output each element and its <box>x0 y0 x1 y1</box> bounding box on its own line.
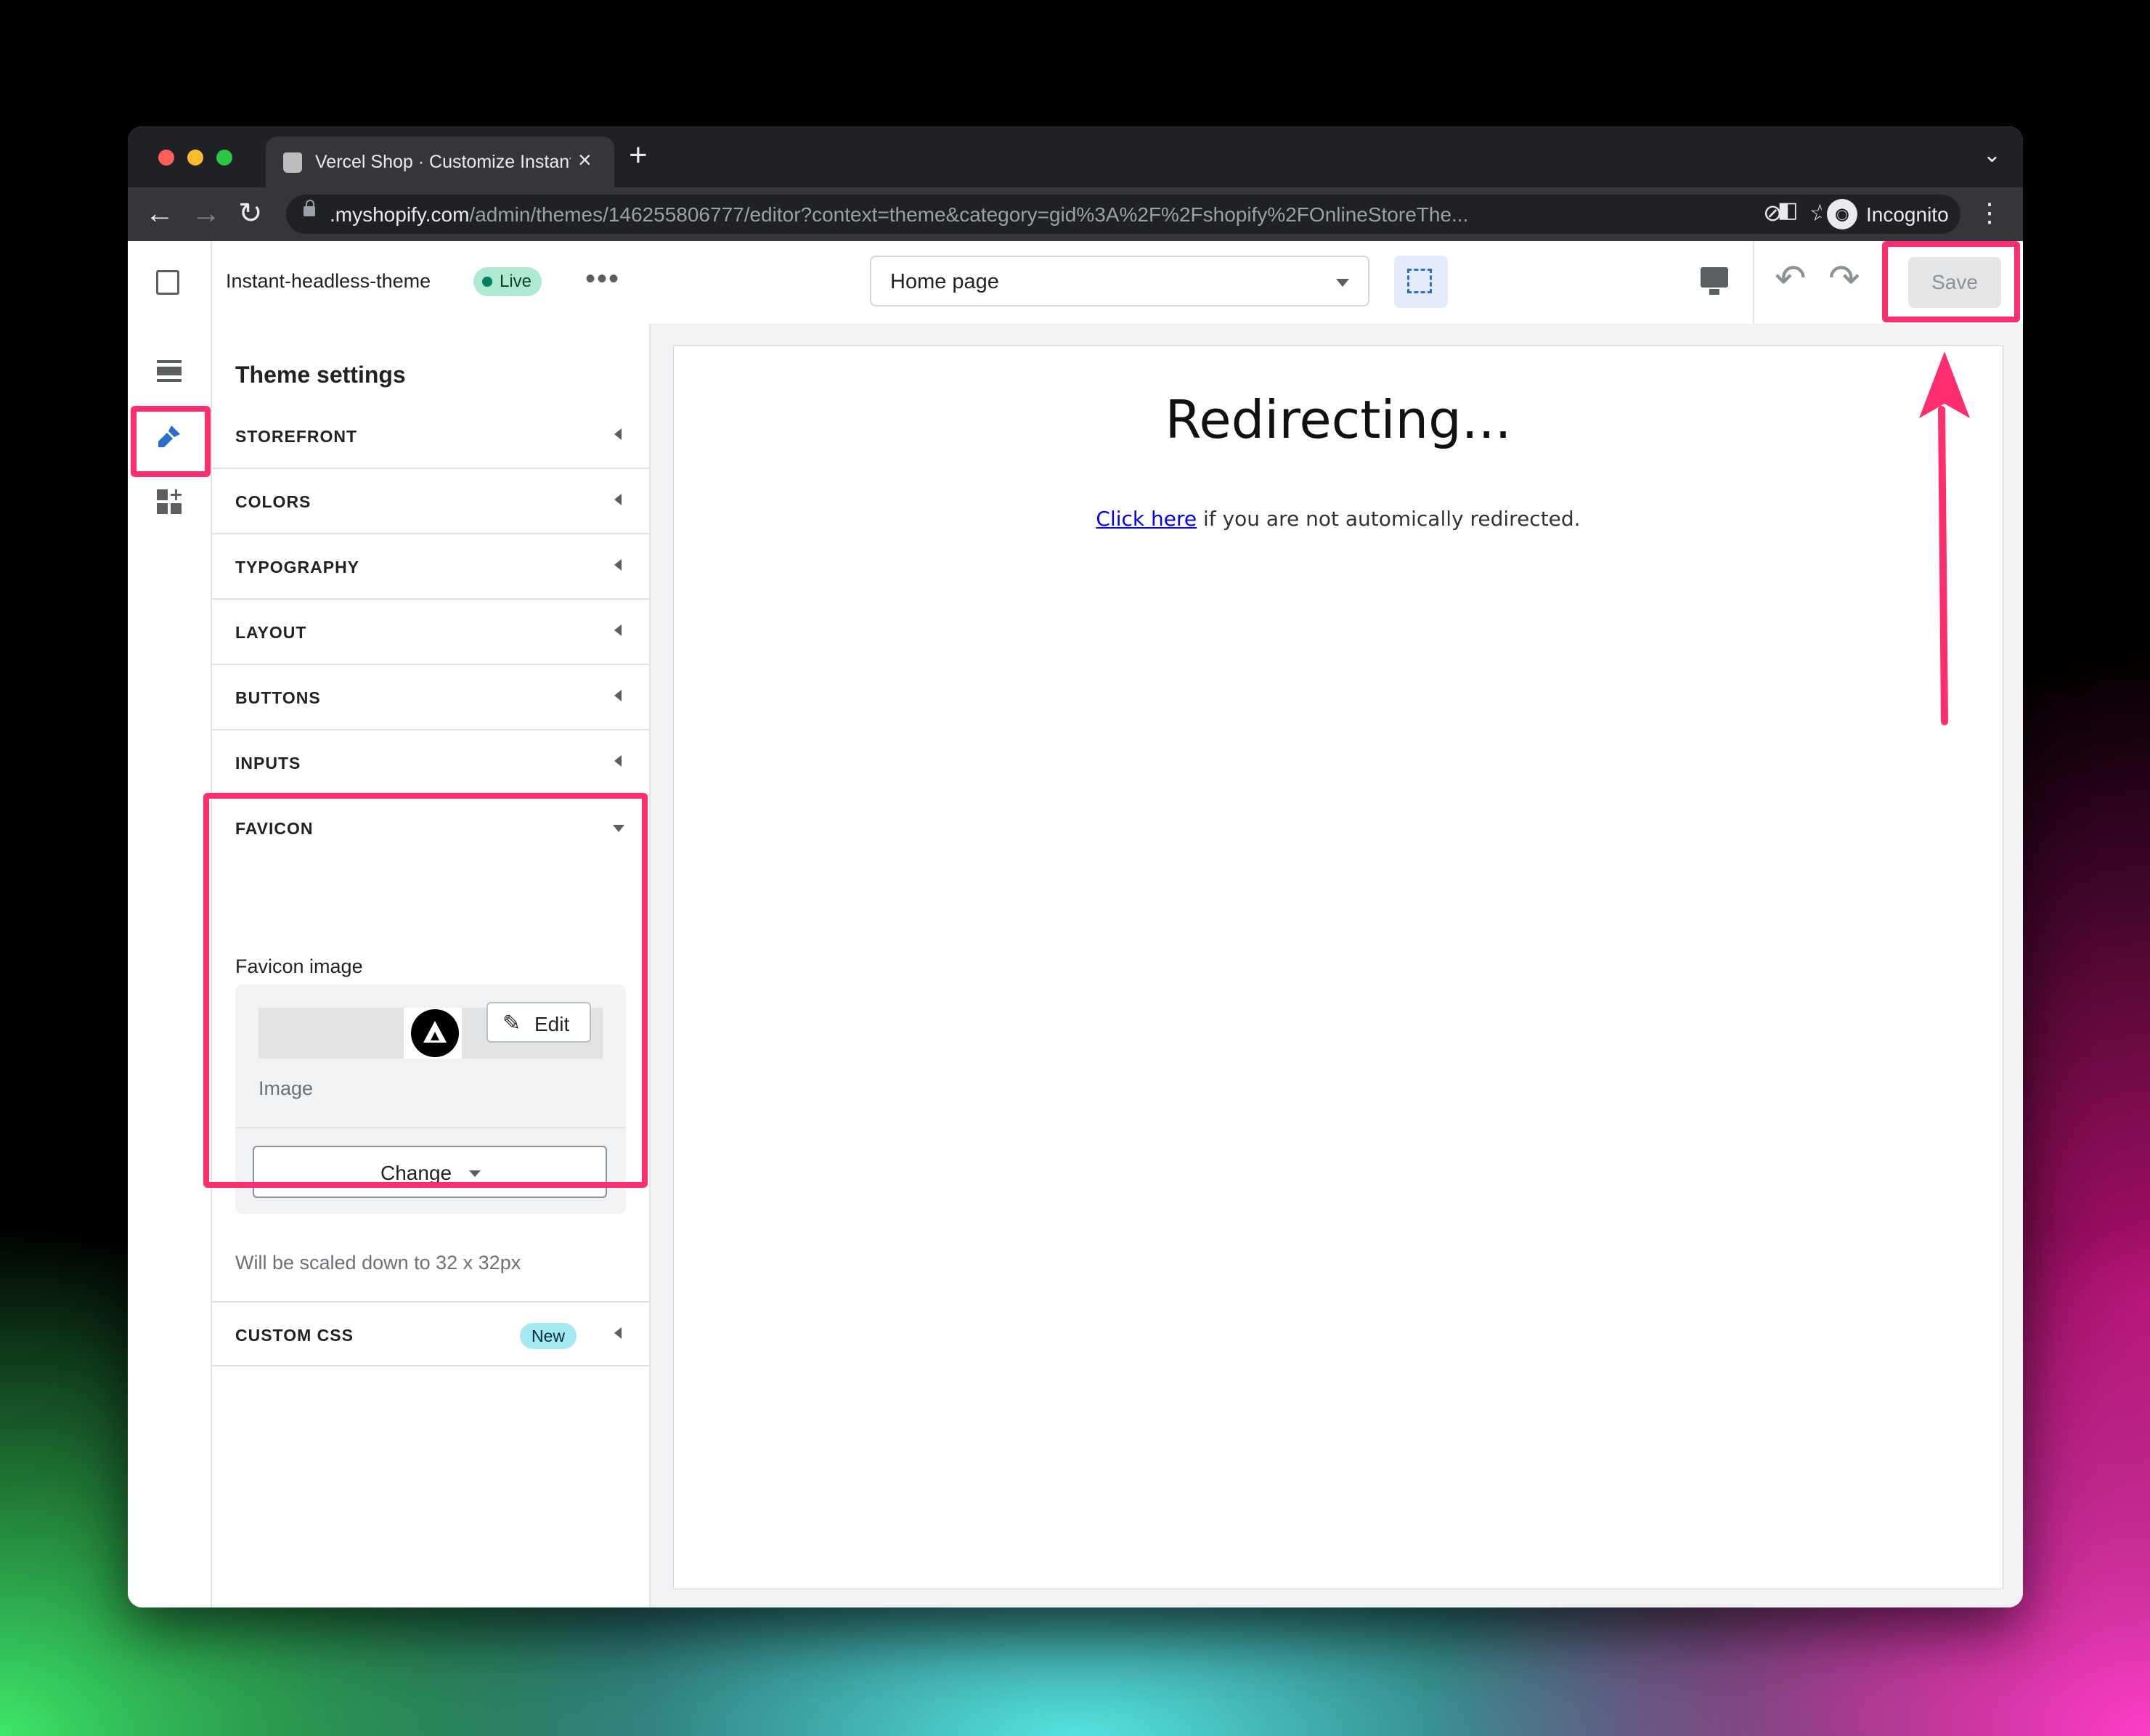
inspector-toggle-button[interactable] <box>1394 256 1448 308</box>
tab-search-chevron-icon[interactable]: ⌄ <box>1983 142 2001 168</box>
caret-left-icon <box>614 428 622 440</box>
editor-header: Instant-headless-theme Live ••• Home pag… <box>128 241 2023 325</box>
browser-tab[interactable]: Vercel Shop · Customize Instant-headless… <box>266 136 614 187</box>
click-here-link[interactable]: Click here <box>1096 507 1197 531</box>
tab-strip: Vercel Shop · Customize Instant-headless… <box>128 126 2023 187</box>
caret-left-icon <box>614 494 622 505</box>
select-cursor-icon <box>1407 269 1432 293</box>
caret-left-icon <box>614 624 622 636</box>
incognito-label: Incognito <box>1866 203 1949 226</box>
side-panel-icon[interactable]: ◧ <box>1778 197 1798 223</box>
highlight-theme-settings-icon <box>131 406 211 477</box>
caret-left-icon <box>614 1327 622 1339</box>
redirect-heading: Redirecting... <box>1165 389 1512 450</box>
section-inputs[interactable]: INPUTS <box>212 730 649 796</box>
incognito-profile-button[interactable]: ◉ Incognito <box>1821 195 1960 234</box>
tab-close-icon[interactable]: × <box>578 147 592 174</box>
url-path: /admin/themes/146255806777/editor?contex… <box>469 203 1469 226</box>
shopify-bag-icon <box>283 152 302 173</box>
redirect-message: Click here if you are not automically re… <box>674 507 2003 531</box>
exit-editor-button[interactable] <box>128 241 212 324</box>
section-label: INPUTS <box>235 754 301 773</box>
preview-area: Redirecting... Click here if you are not… <box>651 324 2023 1607</box>
section-label: CUSTOM CSS <box>235 1326 354 1345</box>
caret-left-icon <box>614 559 622 571</box>
favicon-help-text: Will be scaled down to 32 x 32px <box>235 1252 521 1274</box>
caret-left-icon <box>614 755 622 767</box>
panel-title: Theme settings <box>235 362 406 388</box>
undo-icon[interactable]: ↶ <box>1775 257 1807 301</box>
highlight-save-button <box>1882 241 2020 322</box>
section-buttons[interactable]: BUTTONS <box>212 665 649 730</box>
section-label: BUTTONS <box>235 688 321 707</box>
section-label: COLORS <box>235 492 311 511</box>
redirect-message-text: if you are not automically redirected. <box>1197 507 1581 531</box>
section-label: LAYOUT <box>235 623 307 642</box>
lock-icon <box>304 200 315 216</box>
url-host: .myshopify.com <box>330 203 470 226</box>
highlight-favicon-section <box>203 793 648 1188</box>
section-label: STOREFRONT <box>235 427 358 446</box>
section-typography[interactable]: TYPOGRAPHY <box>212 534 649 600</box>
incognito-icon: ◉ <box>1827 199 1857 229</box>
new-tab-icon[interactable]: + <box>629 139 648 171</box>
page-selector[interactable]: Home page <box>870 256 1369 306</box>
caret-down-icon <box>1336 279 1349 287</box>
pointer-arrow-icon <box>1919 351 1970 725</box>
theme-name: Instant-headless-theme <box>226 270 431 292</box>
section-colors[interactable]: COLORS <box>212 469 649 534</box>
maximize-window-button[interactable] <box>216 150 232 166</box>
live-status-badge: Live <box>473 267 542 296</box>
browser-toolbar: ← → ↻ .myshopify.com/admin/themes/146255… <box>128 187 2023 241</box>
preview-frame: Redirecting... Click here if you are not… <box>674 346 2003 1589</box>
header-divider <box>1753 241 1754 324</box>
minimize-window-button[interactable] <box>187 150 203 166</box>
page-selector-value: Home page <box>890 270 999 293</box>
tab-title: Vercel Shop · Customize Instant-headless… <box>315 152 571 172</box>
address-bar[interactable]: .myshopify.com/admin/themes/146255806777… <box>286 195 1872 234</box>
section-custom-css[interactable]: CUSTOM CSS New <box>212 1301 649 1366</box>
caret-left-icon <box>614 690 622 701</box>
section-label: TYPOGRAPHY <box>235 558 360 576</box>
section-layout[interactable]: LAYOUT <box>212 600 649 665</box>
reload-icon[interactable]: ↻ <box>238 197 263 229</box>
back-arrow-icon[interactable]: ← <box>145 197 174 229</box>
app-embeds-icon[interactable] <box>155 488 183 515</box>
sections-icon[interactable] <box>155 357 183 385</box>
new-badge: New <box>520 1323 577 1349</box>
exit-icon <box>156 270 179 295</box>
kebab-menu-icon[interactable]: ⋮ <box>1976 197 2003 228</box>
left-icon-rail <box>128 324 212 1607</box>
forward-arrow-icon[interactable]: → <box>192 197 221 229</box>
close-window-button[interactable] <box>158 150 174 166</box>
browser-window: Vercel Shop · Customize Instant-headless… <box>128 126 2023 1607</box>
redo-icon[interactable]: ↷ <box>1828 257 1860 301</box>
url-text[interactable]: .myshopify.com/admin/themes/146255806777… <box>330 203 1695 227</box>
desktop-preview-icon[interactable] <box>1701 267 1728 295</box>
section-storefront[interactable]: STOREFRONT <box>212 404 649 469</box>
more-actions-icon[interactable]: ••• <box>585 263 620 296</box>
